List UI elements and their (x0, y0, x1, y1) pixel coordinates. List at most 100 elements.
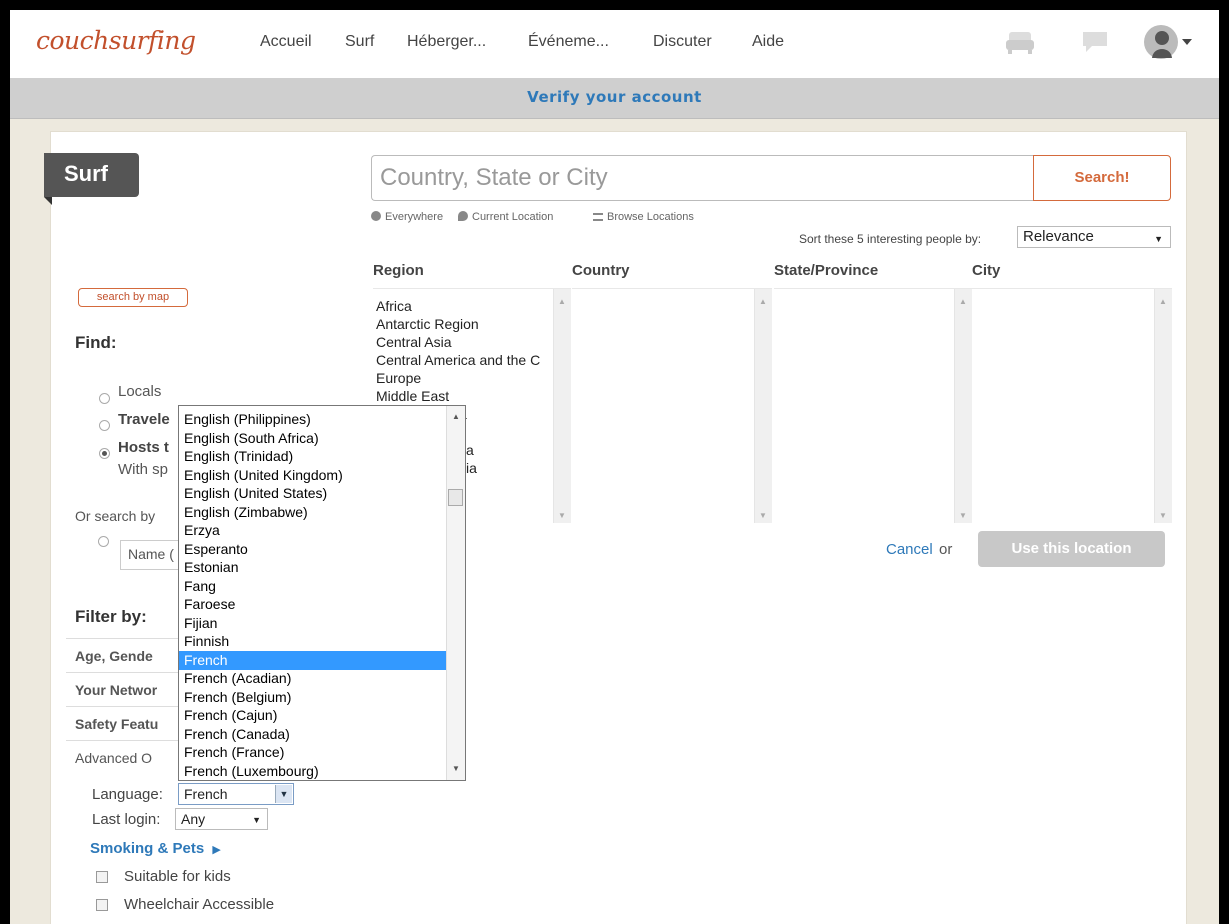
region-scrollbar[interactable]: ▲ ▼ (553, 289, 571, 523)
dropdown-option[interactable]: Finnish (179, 632, 446, 651)
dropdown-option[interactable]: English (Philippines) (179, 410, 446, 429)
city-scrollbar[interactable]: ▲ ▼ (1154, 289, 1172, 523)
filter-advanced[interactable]: Advanced O (66, 740, 186, 775)
smoking-pets-toggle[interactable]: Smoking & Pets ▶ (90, 840, 221, 857)
state-list[interactable]: ▲ ▼ (774, 288, 972, 523)
filter-advanced-label: Advanced O (75, 750, 153, 766)
nav-heberger[interactable]: Héberger... (407, 33, 486, 51)
dropdown-option[interactable]: English (South Africa) (179, 429, 446, 448)
list-item[interactable]: Antarctic Region (376, 315, 552, 333)
dropdown-option[interactable]: French (Cajun) (179, 706, 446, 725)
name-search-radio[interactable] (98, 536, 109, 547)
language-dropdown[interactable]: English (Philippines) English (South Afri… (178, 405, 466, 781)
dropdown-scrollbar[interactable]: ▲ ▼ (446, 406, 465, 780)
dropdown-option[interactable]: French (Belgium) (179, 688, 446, 707)
couch-icon[interactable] (1005, 30, 1035, 56)
current-location-link[interactable]: Current Location (458, 211, 553, 223)
dropdown-option[interactable]: French (Luxembourg) (179, 762, 446, 781)
filter-age-gender[interactable]: Age, Gende (66, 638, 186, 673)
dropdown-option[interactable]: Esperanto (179, 540, 446, 559)
sort-select[interactable]: Relevance ▼ (1017, 226, 1171, 248)
dropdown-option[interactable]: French (France) (179, 743, 446, 762)
country-scrollbar[interactable]: ▲ ▼ (754, 289, 772, 523)
dropdown-option[interactable]: English (Zimbabwe) (179, 503, 446, 522)
dropdown-option[interactable]: French (Acadian) (179, 669, 446, 688)
scroll-down-icon[interactable]: ▼ (452, 764, 460, 773)
dropdown-scroll-thumb[interactable] (448, 489, 463, 506)
kids-checkbox[interactable] (96, 871, 108, 883)
dropdown-option[interactable]: Estonian (179, 558, 446, 577)
chat-icon[interactable] (1080, 29, 1110, 55)
country-list[interactable]: ▲ ▼ (572, 288, 772, 523)
cancel-link[interactable]: Cancel (886, 541, 933, 558)
smoking-pets-label: Smoking & Pets (90, 840, 205, 857)
search-by-map-button[interactable]: search by map (78, 288, 188, 307)
top-nav: couchsurfing Accueil Surf Héberger... Év… (10, 10, 1219, 79)
last-login-label: Last login: (92, 811, 161, 828)
find-label: Find: (75, 333, 117, 352)
dropdown-option[interactable]: French (179, 650, 446, 670)
dropdown-option[interactable]: English (United Kingdom) (179, 466, 446, 485)
filter-safety-label: Safety Featu (75, 716, 159, 732)
verify-account-bar[interactable]: Verify your account (10, 78, 1219, 119)
list-item[interactable]: Europe (376, 369, 552, 387)
chevron-down-icon[interactable] (1182, 39, 1192, 45)
verify-account-link[interactable]: Verify your account (527, 88, 702, 106)
dropdown-option[interactable]: English (Trinidad) (179, 447, 446, 466)
chevron-down-icon: ▼ (252, 815, 261, 825)
language-label: Language: (92, 786, 163, 803)
last-login-select[interactable]: Any ▼ (175, 808, 268, 830)
everywhere-link[interactable]: Everywhere (371, 211, 443, 223)
dropdown-option[interactable]: Fang (179, 577, 446, 596)
filter-network[interactable]: Your Networ (66, 672, 186, 707)
avatar[interactable] (1143, 24, 1179, 60)
dropdown-option[interactable]: Fijian (179, 614, 446, 633)
list-item[interactable]: Middle East (376, 387, 552, 405)
city-header: City (972, 262, 1001, 279)
chevron-down-icon[interactable]: ▼ (275, 785, 292, 803)
list-item[interactable]: Africa (376, 297, 552, 315)
location-search-input[interactable]: Country, State or City (371, 155, 1033, 201)
or-search-by-label: Or search by (75, 508, 156, 524)
nav-evenements[interactable]: Événeme... (528, 33, 609, 51)
chevron-down-icon: ▼ (1154, 234, 1163, 244)
or-text: or (939, 541, 953, 558)
language-select[interactable]: French ▼ (178, 783, 294, 805)
logo[interactable]: couchsurfing (36, 26, 196, 55)
locals-radio[interactable] (99, 393, 110, 404)
current-location-label: Current Location (472, 211, 554, 223)
dropdown-option[interactable]: French (Canada) (179, 725, 446, 744)
travelers-radio[interactable] (99, 420, 110, 431)
dropdown-option[interactable]: English (United States) (179, 484, 446, 503)
city-list[interactable]: ▲ ▼ (972, 288, 1172, 523)
filter-safety[interactable]: Safety Featu (66, 706, 186, 741)
globe-icon (371, 211, 381, 221)
region-header: Region (373, 262, 424, 279)
nav-aide[interactable]: Aide (752, 33, 784, 51)
nav-surf[interactable]: Surf (345, 33, 374, 51)
sort-value: Relevance (1023, 228, 1094, 245)
everywhere-label: Everywhere (385, 211, 444, 223)
state-header: State/Province (774, 262, 879, 279)
dropdown-option[interactable]: Faroese (179, 595, 446, 614)
nav-accueil[interactable]: Accueil (260, 33, 312, 51)
scroll-up-icon[interactable]: ▲ (452, 412, 460, 421)
filter-by-label: Filter by: (75, 607, 147, 626)
search-button[interactable]: Search! (1033, 155, 1171, 201)
use-location-button[interactable]: Use this location (978, 531, 1165, 567)
name-search-input[interactable]: Name ( (120, 540, 180, 570)
browse-locations-link[interactable]: Browse Locations (593, 211, 694, 223)
kids-label: Suitable for kids (124, 868, 231, 885)
wheelchair-label: Wheelchair Accessible (124, 896, 275, 913)
nav-discuter[interactable]: Discuter (653, 33, 712, 51)
wheelchair-checkbox[interactable] (96, 899, 108, 911)
state-scrollbar[interactable]: ▲ ▼ (954, 289, 972, 523)
list-item[interactable]: Central Asia (376, 333, 552, 351)
surf-tab-fold (44, 197, 52, 205)
dropdown-option[interactable]: Erzya (179, 521, 446, 540)
list-item[interactable]: Central America and the C (376, 351, 552, 369)
last-login-value: Any (181, 811, 206, 827)
hosts-radio[interactable] (99, 448, 110, 459)
browser-viewport: couchsurfing Accueil Surf Héberger... Év… (10, 10, 1219, 924)
hosts-label: Hosts t (118, 439, 169, 456)
